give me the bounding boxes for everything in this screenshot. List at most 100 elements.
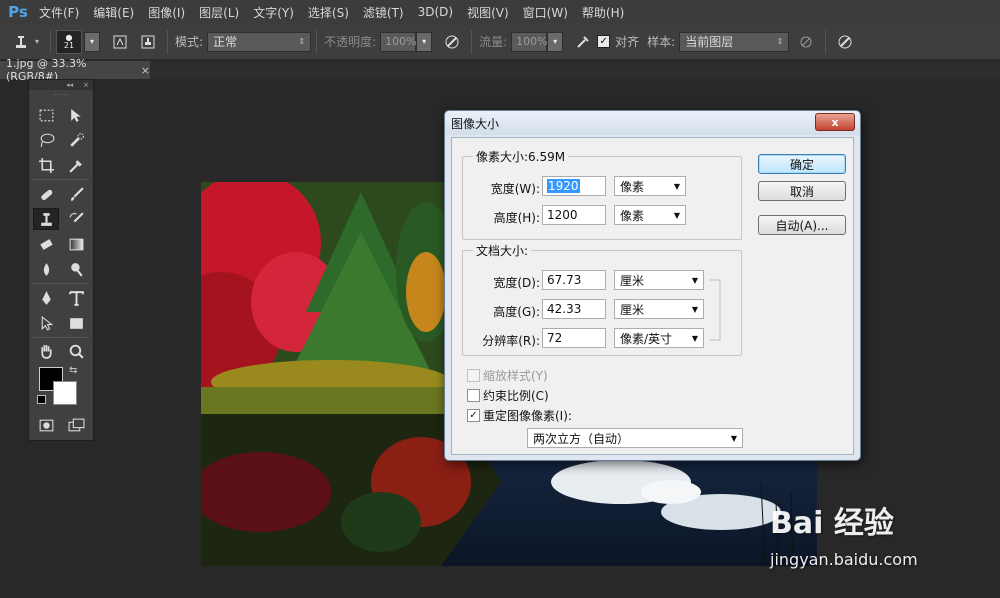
history-brush-tool-icon[interactable] (63, 208, 89, 230)
dialog-close-button[interactable]: x (815, 113, 855, 131)
menu-select[interactable]: 选择(S) (301, 4, 356, 21)
dialog-title[interactable]: 图像大小 (445, 111, 860, 135)
ignore-adjustment-layers-icon[interactable] (795, 31, 817, 53)
doc-width-unit-value: 厘米 (620, 273, 645, 288)
mode-label: 模式: (175, 35, 204, 49)
document-tab[interactable]: 1.jpg @ 33.3%(RGB/8#) × (0, 57, 150, 83)
airbrush-icon[interactable] (572, 31, 594, 53)
align-label: 对齐 (615, 35, 640, 49)
sample-label: 样本: (647, 35, 676, 49)
watermark-url: jingyan.baidu.com (770, 550, 918, 569)
brush-size-value: 21 (63, 40, 75, 50)
resolution-unit-value: 像素/英寸 (620, 331, 673, 346)
healing-brush-tool-icon[interactable] (33, 183, 59, 205)
menu-edit[interactable]: 编辑(E) (86, 4, 141, 21)
menu-file[interactable]: 文件(F) (32, 4, 86, 21)
cancel-button[interactable]: 取消 (758, 181, 846, 201)
blur-tool-icon[interactable] (33, 258, 59, 280)
menu-help[interactable]: 帮助(H) (575, 4, 631, 21)
doc-width-label: 宽度(D): (493, 276, 540, 290)
menu-view[interactable]: 视图(V) (460, 4, 516, 21)
doc-width-unit-select[interactable]: 厘米 ▼ (614, 270, 704, 290)
close-panel-icon[interactable]: × (83, 81, 89, 89)
pixel-dimensions-title: 像素大小:6.59M (473, 148, 569, 165)
brush-preset-dropdown[interactable]: ▾ (84, 31, 101, 52)
height-unit-value: 像素 (620, 208, 645, 223)
marquee-tool-icon[interactable] (33, 104, 59, 126)
menu-type[interactable]: 文字(Y) (246, 4, 301, 21)
background-color-swatch[interactable] (53, 381, 77, 405)
scale-styles-option: 缩放样式(Y) (467, 367, 548, 384)
doc-height-unit-select[interactable]: 厘米 ▼ (614, 299, 704, 319)
menu-window[interactable]: 窗口(W) (516, 4, 575, 21)
resample-checkbox[interactable]: ✓ (467, 409, 480, 422)
constrain-option[interactable]: 约束比例(C) (467, 387, 549, 404)
gradient-tool-icon[interactable] (63, 233, 89, 255)
width-input[interactable]: 1920 (542, 176, 606, 196)
image-size-dialog: 图像大小 x 像素大小:6.59M 宽度(W): 1920 像素 ▼ 高度(H):… (444, 110, 861, 461)
pressure-size-icon[interactable] (834, 31, 856, 53)
toolbox-grip[interactable]: ...... (29, 90, 93, 97)
screen-mode-icon[interactable] (63, 414, 89, 436)
opacity-input[interactable]: 100% (380, 31, 417, 52)
brush-tool-icon[interactable] (63, 183, 89, 205)
resample-method-select[interactable]: 两次立方（自动） ▼ (527, 428, 743, 448)
height-input[interactable]: 1200 (542, 205, 606, 225)
rectangle-tool-icon[interactable] (63, 312, 89, 334)
pixel-dimensions-group: 像素大小:6.59M (462, 148, 742, 240)
quick-selection-tool-icon[interactable] (63, 129, 89, 151)
mode-select[interactable]: 正常 ⇕ (207, 31, 312, 52)
menu-filter[interactable]: 滤镜(T) (356, 4, 411, 21)
flow-input[interactable]: 100% (511, 31, 548, 52)
pen-tool-icon[interactable] (33, 287, 59, 309)
collapse-panel-icon[interactable]: ◂◂ (66, 81, 73, 89)
constrain-checkbox[interactable] (467, 389, 480, 402)
doc-height-label: 高度(G): (493, 305, 540, 319)
sample-value: 当前图层 (685, 35, 734, 49)
default-colors-icon[interactable] (37, 395, 46, 404)
dodge-tool-icon[interactable] (63, 258, 89, 280)
pressure-opacity-icon[interactable] (441, 31, 463, 53)
width-unit-select[interactable]: 像素 ▼ (614, 176, 686, 196)
height-unit-select[interactable]: 像素 ▼ (614, 205, 686, 225)
path-selection-tool-icon[interactable] (33, 312, 59, 334)
hand-tool-icon[interactable] (33, 340, 59, 362)
type-tool-icon[interactable] (63, 287, 89, 309)
align-checkbox[interactable]: ✓ (597, 35, 611, 48)
menu-3d[interactable]: 3D(D) (411, 5, 460, 19)
menu-image[interactable]: 图像(I) (141, 4, 192, 21)
zoom-tool-icon[interactable] (63, 340, 89, 362)
doc-height-input[interactable]: 42.33 (542, 299, 606, 319)
flow-dropdown[interactable]: ▾ (547, 31, 564, 52)
width-value: 1920 (547, 179, 580, 193)
quick-mask-icon[interactable] (33, 414, 59, 436)
close-tab-icon[interactable]: × (141, 64, 150, 77)
menu-layer[interactable]: 图层(L) (192, 4, 246, 21)
doc-width-input[interactable]: 67.73 (542, 270, 606, 290)
document-size-title: 文档大小: (473, 242, 532, 259)
flow-label: 流量: (479, 35, 508, 49)
resolution-input[interactable]: 72 (542, 328, 606, 348)
sample-select[interactable]: 当前图层 ⇕ (679, 31, 790, 52)
move-tool-icon[interactable] (63, 104, 89, 126)
eyedropper-tool-icon[interactable] (63, 154, 89, 176)
brush-panel-icon[interactable] (109, 31, 131, 53)
clone-stamp-tool-icon[interactable] (33, 208, 59, 230)
eraser-tool-icon[interactable] (33, 233, 59, 255)
resolution-unit-select[interactable]: 像素/英寸 ▼ (614, 328, 704, 348)
swap-colors-icon[interactable]: ⇆ (69, 365, 77, 376)
clone-source-icon[interactable] (137, 31, 159, 53)
resample-option[interactable]: ✓ 重定图像像素(I): (467, 407, 572, 424)
ok-button[interactable]: 确定 (758, 154, 846, 174)
brush-preset-picker[interactable]: ● 21 (56, 29, 83, 54)
clone-stamp-tool-icon[interactable] (10, 31, 32, 53)
opacity-dropdown[interactable]: ▾ (416, 31, 433, 52)
auto-button[interactable]: 自动(A)... (758, 215, 846, 235)
constrain-link-icon (710, 279, 721, 341)
scale-styles-label: 缩放样式(Y) (483, 369, 548, 383)
height-label: 高度(H): (493, 211, 540, 225)
app-logo: Ps (8, 3, 28, 21)
menu-bar: Ps 文件(F) 编辑(E) 图像(I) 图层(L) 文字(Y) 选择(S) 滤… (0, 0, 1000, 24)
crop-tool-icon[interactable] (33, 154, 59, 176)
lasso-tool-icon[interactable] (33, 129, 59, 151)
